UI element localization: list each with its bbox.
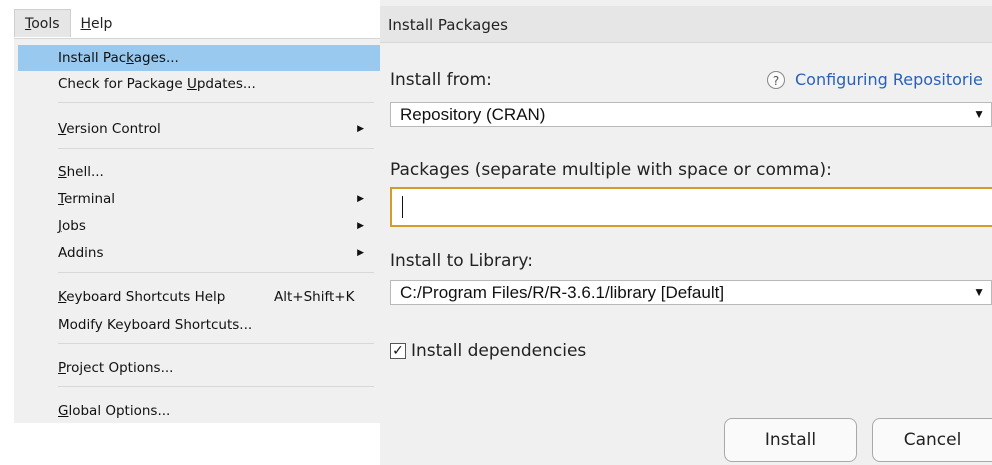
install-packages-dialog: Install Packages Install from: ? Configu… — [380, 0, 992, 465]
item-text: obs — [61, 218, 86, 234]
menu-separator — [58, 102, 374, 103]
shortcut-text: Alt+Shift+K — [274, 289, 355, 305]
menu-separator — [58, 272, 374, 273]
menu-separator — [58, 148, 374, 149]
item-text: Check for Package — [58, 76, 187, 92]
install-to-library-select[interactable]: C:/Program Files/R/R-3.6.1/library [Defa… — [390, 280, 992, 305]
packages-label: Packages (separate multiple with space o… — [390, 160, 832, 180]
menu-item-terminal[interactable]: Terminal ▶ — [18, 186, 380, 212]
install-from-value: Repository (CRAN) — [400, 105, 546, 124]
item-text: pdates... — [196, 76, 256, 92]
menu-tools-label: ools — [31, 16, 60, 32]
item-text: ages... — [133, 50, 179, 66]
item-text: lobal Options... — [68, 403, 171, 419]
menu-item-project-options[interactable]: Project Options... — [18, 355, 380, 381]
item-accel: k — [126, 50, 134, 66]
configuring-repositories-help[interactable]: ? Configuring Repositorie — [767, 70, 983, 89]
submenu-arrow-icon: ▶ — [357, 194, 364, 204]
item-text: Install Pac — [58, 50, 127, 66]
menu-item-version-control[interactable]: Version Control ▶ — [18, 116, 380, 142]
item-accel: S — [58, 164, 67, 180]
install-button[interactable]: Install — [724, 418, 857, 462]
menu-separator — [58, 343, 374, 344]
item-accel: P — [58, 360, 66, 376]
question-icon: ? — [767, 70, 785, 89]
item-accel: V — [58, 121, 67, 137]
install-to-library-label: Install to Library: — [390, 251, 533, 271]
menu-item-keyboard-shortcuts-help[interactable]: Keyboard Shortcuts Help Alt+Shift+K — [18, 284, 380, 310]
cancel-button[interactable]: Cancel — [872, 418, 992, 462]
dropdown-arrow-icon: ▼ — [973, 285, 985, 299]
checkmark-icon[interactable]: ✓ — [390, 343, 406, 359]
item-accel: G — [58, 403, 69, 419]
install-from-label: Install from: — [390, 70, 492, 90]
item-accel: K — [58, 289, 67, 305]
dialog-title: Install Packages — [388, 16, 508, 34]
menu-item-modify-shortcuts[interactable]: Modify Keyboard Shortcuts... — [18, 312, 380, 338]
menu-item-install-packages[interactable]: Install Packages... — [18, 45, 380, 71]
install-from-select[interactable]: Repository (CRAN) ▼ — [390, 102, 992, 127]
menu-help-accel: H — [80, 15, 92, 32]
menu-item-shell[interactable]: Shell... — [18, 159, 380, 185]
library-value: C:/Program Files/R/R-3.6.1/library [Defa… — [400, 283, 725, 302]
menu-bar: Tools Help — [14, 8, 122, 38]
submenu-arrow-icon: ▶ — [357, 221, 364, 231]
menu-item-check-updates[interactable]: Check for Package Updates... — [18, 71, 380, 97]
item-text: eyboard Shortcuts Help — [66, 289, 226, 305]
menu-item-jobs[interactable]: Jobs ▶ — [18, 213, 380, 239]
item-text: roject Options... — [65, 360, 174, 376]
packages-input[interactable] — [390, 187, 992, 227]
item-accel: U — [186, 76, 197, 92]
item-text: ersion Control — [66, 121, 161, 137]
text-caret — [402, 196, 403, 218]
install-dependencies-checkbox[interactable]: ✓ Install dependencies — [390, 341, 586, 361]
menu-separator — [58, 386, 374, 387]
menu-help-label: elp — [91, 15, 113, 32]
dialog-titlebar: Install Packages — [380, 6, 992, 43]
tools-menu: Install Packages... Check for Package Up… — [14, 38, 380, 423]
submenu-arrow-icon: ▶ — [357, 124, 364, 134]
menu-item-global-options[interactable]: Global Options... — [18, 398, 380, 424]
configuring-repositories-link[interactable]: Configuring Repositorie — [795, 70, 983, 89]
item-text: Modify Keyboard Shortcuts... — [58, 317, 253, 333]
menu-tools[interactable]: Tools — [14, 9, 71, 37]
menu-help[interactable]: Help — [71, 10, 123, 37]
submenu-arrow-icon: ▶ — [357, 248, 364, 258]
menu-item-addins[interactable]: Addins ▶ — [18, 240, 380, 266]
install-dependencies-label: Install dependencies — [411, 341, 587, 361]
dropdown-arrow-icon: ▼ — [973, 107, 985, 121]
item-text: Addins — [58, 245, 104, 261]
item-text: hell... — [66, 164, 104, 180]
item-text: erminal — [63, 191, 116, 207]
